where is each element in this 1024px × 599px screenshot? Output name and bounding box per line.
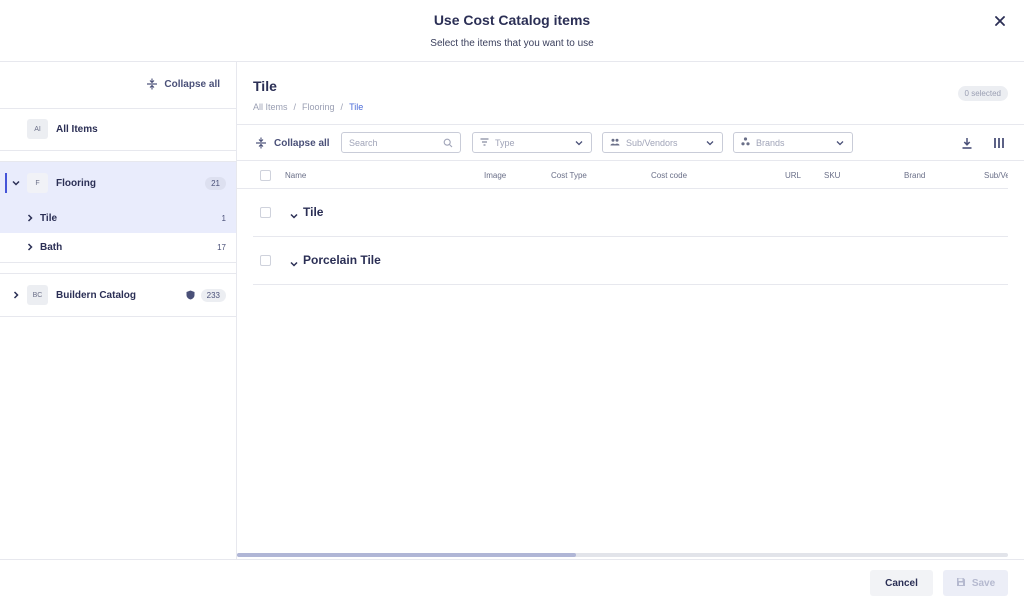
dialog-footer: Cancel Save — [0, 559, 1024, 599]
row-checkbox[interactable] — [260, 207, 271, 218]
dialog-header: Use Cost Catalog items Select the items … — [0, 0, 1024, 62]
sidebar-item-buildern-catalog[interactable]: BC Buildern Catalog 233 — [0, 274, 236, 316]
breadcrumb-current: Tile — [349, 102, 364, 112]
type-select[interactable]: Type — [472, 132, 592, 153]
collapse-icon — [255, 137, 267, 149]
cancel-button[interactable]: Cancel — [870, 570, 933, 596]
table-header: Name Image Cost Type Cost code URL SKU B… — [237, 162, 1008, 189]
dialog-subtitle: Select the items that you want to use — [430, 38, 594, 49]
group-label: Tile — [303, 205, 324, 219]
chevron-down-icon[interactable] — [289, 208, 299, 219]
collapse-all-label: Collapse all — [164, 78, 220, 90]
breadcrumb: All Items / Flooring / Tile — [253, 102, 363, 112]
column-header-name[interactable]: Name — [285, 171, 306, 180]
save-button[interactable]: Save — [943, 570, 1008, 596]
count-label: 17 — [217, 243, 226, 252]
sidebar-item-all-items[interactable]: AI All Items — [0, 109, 236, 150]
breadcrumb-separator: / — [293, 102, 297, 112]
table-group-row[interactable]: Porcelain Tile — [253, 237, 1008, 285]
close-icon[interactable] — [990, 12, 1010, 32]
sidebar-item-label: Buildern Catalog — [56, 290, 137, 301]
column-header-cost-type[interactable]: Cost Type — [551, 171, 587, 180]
sub-vendors-placeholder: Sub/Vendors — [626, 137, 678, 148]
toolbar: Collapse all Search Type Sub/Vendors Bra… — [237, 124, 1024, 161]
sidebar-item-label: Tile — [40, 213, 58, 224]
chevron-down-icon[interactable] — [289, 256, 299, 267]
save-label: Save — [971, 577, 996, 589]
sidebar-item-flooring[interactable]: F Flooring 21 — [0, 162, 236, 204]
sidebar-item-label: Flooring — [56, 178, 96, 189]
collapse-icon — [146, 78, 158, 90]
breadcrumb-item[interactable]: All Items — [253, 102, 288, 112]
avatar: BC — [27, 285, 48, 305]
dialog-title: Use Cost Catalog items — [433, 12, 591, 28]
group-label: Porcelain Tile — [303, 253, 381, 267]
type-placeholder: Type — [495, 137, 515, 148]
search-icon — [443, 138, 453, 148]
count-label: 1 — [221, 214, 226, 223]
column-header-cost-code[interactable]: Cost code — [651, 171, 687, 180]
divider — [0, 150, 236, 151]
search-placeholder: Search — [349, 137, 378, 148]
sub-vendors-select[interactable]: Sub/Vendors — [602, 132, 723, 153]
sidebar-item-tile[interactable]: Tile 1 — [0, 204, 236, 233]
count-badge: 233 — [200, 289, 226, 302]
sidebar-item-bath[interactable]: Bath 17 — [0, 233, 236, 262]
collapse-all-button[interactable]: Collapse all — [255, 137, 330, 149]
cancel-label: Cancel — [885, 577, 918, 589]
collapse-all-label: Collapse all — [274, 137, 330, 149]
chevron-down-icon — [705, 138, 715, 148]
save-icon — [956, 577, 966, 590]
shield-icon — [186, 290, 195, 300]
sidebar-item-label: All Items — [56, 124, 98, 135]
count-badge: 21 — [205, 177, 226, 190]
row-checkbox[interactable] — [260, 255, 271, 266]
scrollbar-thumb[interactable] — [237, 553, 576, 557]
column-header-image[interactable]: Image — [484, 171, 506, 180]
brands-select[interactable]: Brands — [733, 132, 853, 153]
chevron-right-icon[interactable] — [25, 213, 35, 223]
columns-icon[interactable] — [991, 135, 1007, 151]
chevron-down-icon — [835, 138, 845, 148]
column-header-brand[interactable]: Brand — [904, 171, 925, 180]
chevron-down-icon — [574, 138, 584, 148]
column-header-sku[interactable]: SKU — [824, 171, 840, 180]
avatar: F — [27, 173, 48, 193]
chevron-right-icon[interactable] — [11, 290, 21, 300]
brands-placeholder: Brands — [756, 137, 785, 148]
divider — [0, 316, 236, 317]
sidebar-item-label: Bath — [40, 242, 63, 253]
chevron-down-icon[interactable] — [11, 178, 21, 188]
brands-icon — [741, 137, 750, 148]
column-header-url[interactable]: URL — [785, 171, 801, 180]
column-header-sub-vendors[interactable]: Sub/Ve — [984, 171, 1008, 180]
active-indicator — [5, 173, 7, 193]
sidebar: Collapse all AI All Items F Flooring 21 … — [0, 62, 237, 559]
avatar: AI — [27, 119, 48, 139]
breadcrumb-separator: / — [340, 102, 344, 112]
users-icon — [610, 138, 620, 148]
filter-icon — [480, 137, 489, 148]
horizontal-scrollbar[interactable] — [237, 553, 1008, 557]
sidebar-collapse-all-button[interactable]: Collapse all — [146, 78, 220, 90]
breadcrumb-item[interactable]: Flooring — [302, 102, 335, 112]
select-all-checkbox[interactable] — [260, 170, 271, 181]
divider — [0, 262, 236, 263]
search-input[interactable]: Search — [341, 132, 461, 153]
table-group-row[interactable]: Tile — [253, 189, 1008, 237]
download-icon[interactable] — [959, 135, 975, 151]
main-panel: Tile All Items / Flooring / Tile 0 selec… — [237, 62, 1024, 559]
selected-count-badge: 0 selected — [957, 86, 1008, 101]
page-title: Tile — [253, 78, 277, 94]
chevron-right-icon[interactable] — [25, 242, 35, 252]
